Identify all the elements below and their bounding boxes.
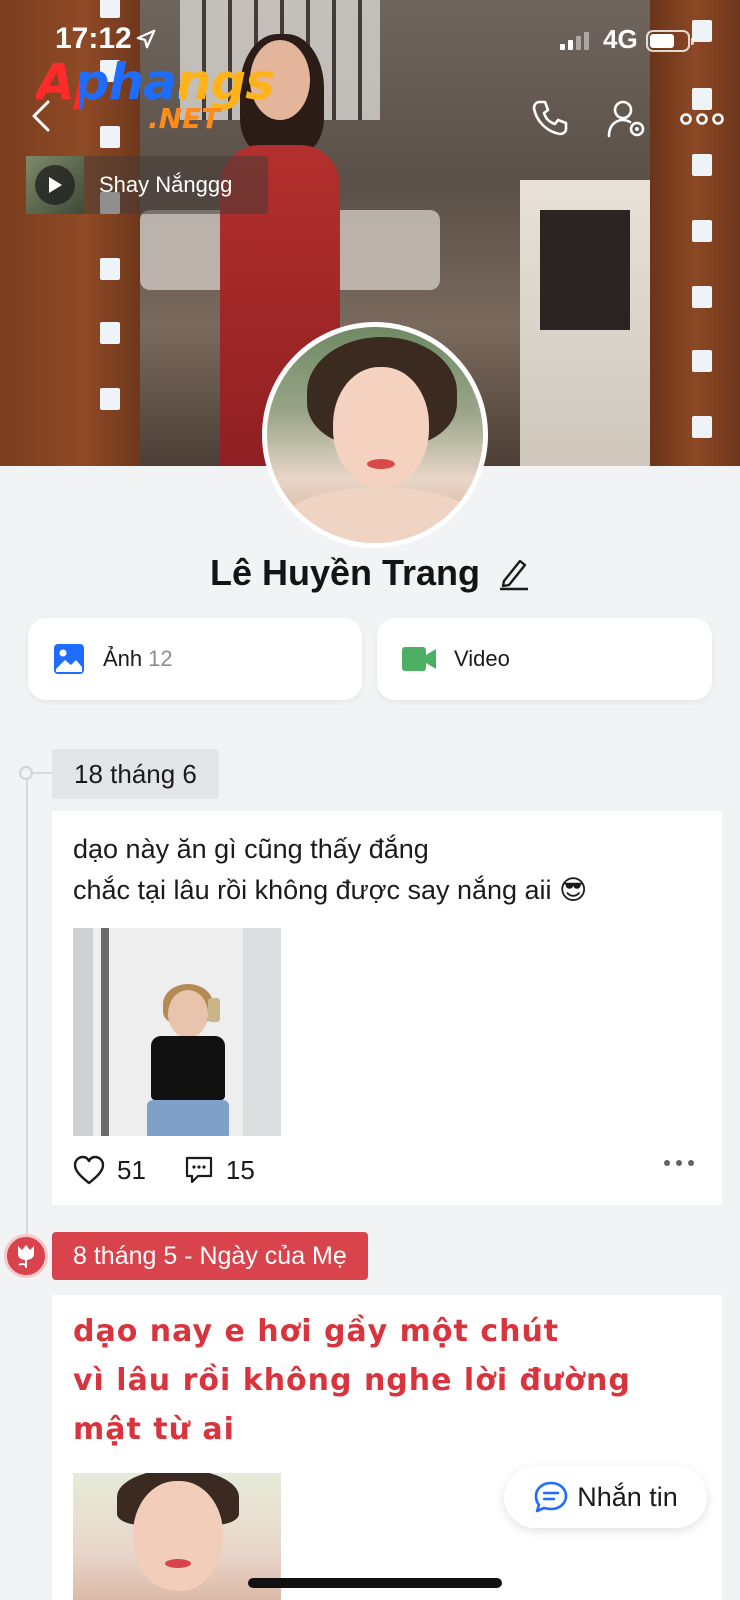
user-settings-icon[interactable] <box>606 98 648 140</box>
network-type: 4G <box>603 24 638 54</box>
post-text: dạo nay e hơi gầy một chút vì lâu rồi kh… <box>73 1314 631 1447</box>
tulip-icon <box>4 1234 48 1278</box>
battery-icon <box>646 30 694 52</box>
heart-icon[interactable] <box>73 1155 105 1185</box>
chat-bubble-icon <box>534 1481 568 1513</box>
watermark-logo: Aphangs .NET <box>36 54 275 135</box>
comment-count: 15 <box>225 1154 255 1185</box>
play-button[interactable] <box>35 165 75 205</box>
videos-card[interactable]: Video <box>377 618 712 700</box>
edit-pencil-icon[interactable] <box>498 555 530 591</box>
photos-card[interactable]: Ảnh 12 <box>28 618 362 700</box>
status-time: 17:12 <box>55 22 132 55</box>
sunglasses-emoji: 😎 <box>559 875 588 905</box>
location-arrow-icon <box>136 29 156 49</box>
photos-label: Ảnh 12 <box>103 646 173 671</box>
music-title: Shay Nắnggg <box>99 172 233 197</box>
timeline-connector <box>33 772 53 774</box>
play-icon <box>49 177 62 193</box>
holiday-date-chip: 8 tháng 5 - Ngày của Mẹ <box>52 1232 368 1280</box>
message-button[interactable]: Nhắn tin <box>504 1466 707 1528</box>
phone-icon[interactable] <box>530 98 570 138</box>
post-actions: 51 15 <box>73 1148 703 1192</box>
post-text: dạo này ăn gì cũng thấy đắng chắc tại lâ… <box>73 834 588 905</box>
more-horizontal-icon[interactable] <box>680 104 724 134</box>
comment-icon[interactable] <box>184 1155 214 1185</box>
back-chevron-icon[interactable] <box>22 96 62 136</box>
date-chip: 18 tháng 6 <box>52 749 219 799</box>
cover-shelf <box>520 180 650 466</box>
profile-music[interactable]: Shay Nắnggg <box>26 156 268 214</box>
profile-name-row: Lê Huyền Trang <box>0 552 740 594</box>
photos-count: 12 <box>148 646 173 671</box>
feed-post[interactable]: dạo nay e hơi gầy một chút vì lâu rồi kh… <box>52 1295 722 1600</box>
music-thumbnail <box>26 156 84 214</box>
avatar[interactable] <box>262 322 488 548</box>
post-more-icon[interactable] <box>663 1158 695 1168</box>
post-photo[interactable] <box>73 928 281 1136</box>
message-button-label: Nhắn tin <box>577 1481 678 1512</box>
timeline-dot <box>19 766 33 780</box>
photo-icon <box>54 644 84 674</box>
profile-name: Lê Huyền Trang <box>209 552 481 593</box>
feed-post[interactable]: dạo này ăn gì cũng thấy đắng chắc tại lâ… <box>52 811 722 1205</box>
like-count: 51 <box>117 1154 146 1185</box>
timeline-line <box>26 772 28 1252</box>
watermark-suffix: .NET <box>148 102 221 135</box>
video-camera-icon <box>402 647 436 671</box>
videos-label: Video <box>454 646 510 671</box>
home-indicator[interactable] <box>248 1578 502 1588</box>
signal-icon <box>560 30 590 50</box>
